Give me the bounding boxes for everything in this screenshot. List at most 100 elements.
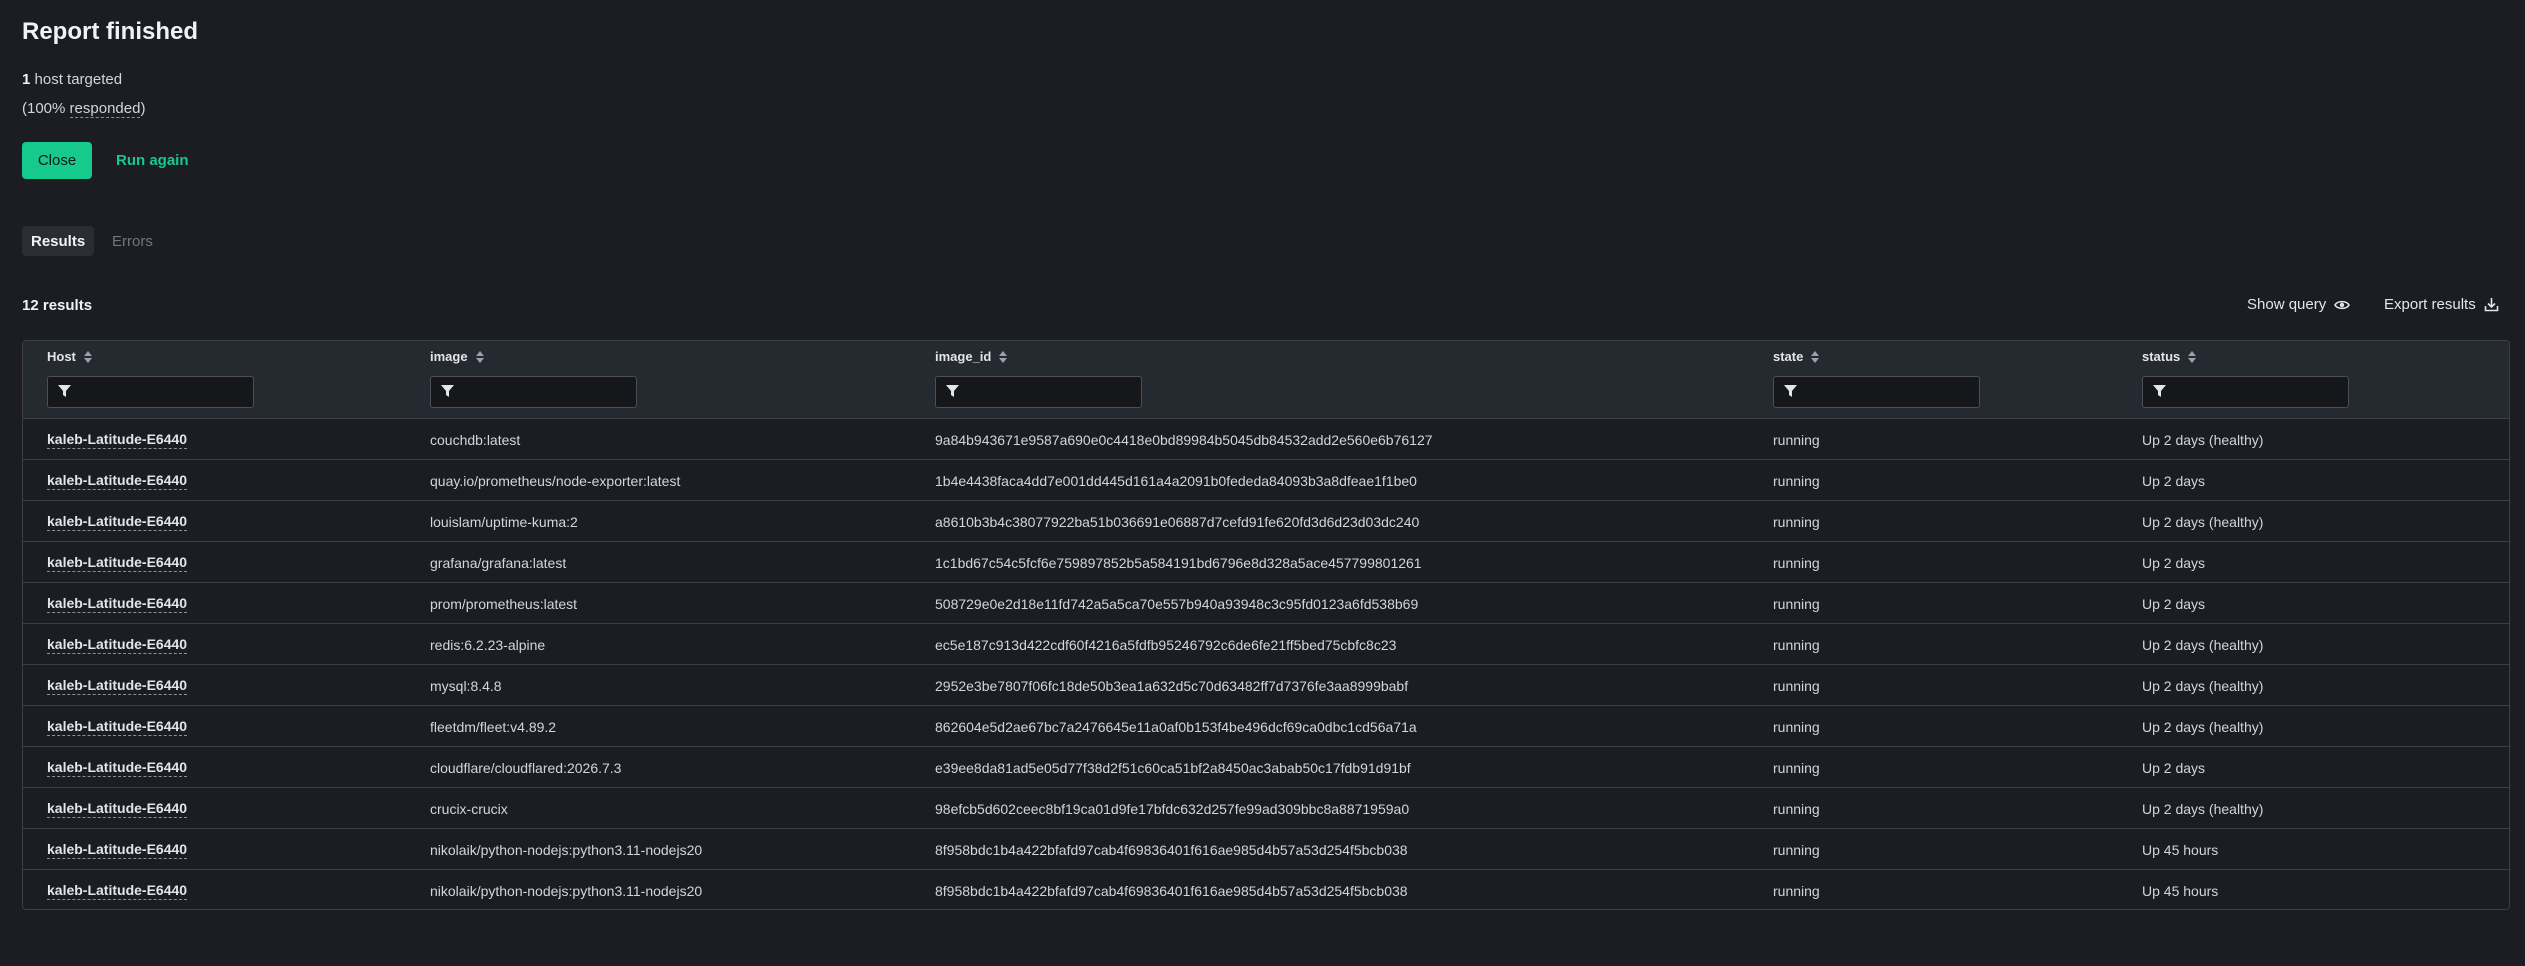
- status-cell: Up 2 days: [2142, 472, 2206, 489]
- state-cell: running: [1773, 513, 1820, 530]
- filter-icon: [58, 385, 71, 397]
- image-cell: nikolaik/python-nodejs:python3.11-nodejs…: [430, 841, 703, 858]
- show-query-label: Show query: [2247, 296, 2327, 313]
- image-cell: nikolaik/python-nodejs:python3.11-nodejs…: [430, 882, 703, 899]
- host-link[interactable]: kaleb-Latitude-E6440: [47, 472, 188, 490]
- host-link[interactable]: kaleb-Latitude-E6440: [47, 513, 188, 531]
- host-filter-input[interactable]: [78, 377, 248, 407]
- state-filter[interactable]: [1773, 376, 1980, 408]
- export-results-button[interactable]: Export results: [2384, 296, 2499, 313]
- image-cell: redis:6.2.23-alpine: [430, 636, 546, 653]
- status-cell: Up 2 days: [2142, 759, 2206, 776]
- state-cell: running: [1773, 595, 1820, 612]
- hosts-targeted: 1 host targeted: [22, 71, 122, 88]
- sort-icon: [475, 350, 484, 363]
- tab-results[interactable]: Results: [22, 226, 95, 256]
- filter-icon: [946, 385, 959, 397]
- state-cell: running: [1773, 841, 1820, 858]
- host-cell: kaleb-Latitude-E6440: [47, 542, 188, 583]
- host-cell: kaleb-Latitude-E6440: [47, 706, 188, 747]
- status-cell: Up 45 hours: [2142, 841, 2219, 858]
- image-id-cell: 862604e5d2ae67bc7a2476645e11a0af0b153f4b…: [935, 718, 1417, 735]
- column-header-state[interactable]: state: [1773, 349, 1820, 364]
- status-cell: Up 2 days (healthy): [2142, 677, 2264, 694]
- column-label-status: status: [2142, 349, 2181, 364]
- column-header-image-id[interactable]: image_id: [935, 349, 1008, 364]
- table-row: kaleb-Latitude-E6440 prom/prometheus:lat…: [23, 583, 2509, 624]
- host-link[interactable]: kaleb-Latitude-E6440: [47, 759, 188, 777]
- host-cell: kaleb-Latitude-E6440: [47, 583, 188, 624]
- image-filter-input[interactable]: [461, 377, 631, 407]
- host-cell: kaleb-Latitude-E6440: [47, 624, 188, 665]
- image-cell: mysql:8.4.8: [430, 677, 502, 694]
- image-id-cell: a8610b3b4c38077922ba51b036691e06887d7cef…: [935, 513, 1420, 530]
- run-again-button[interactable]: Run again: [116, 142, 189, 179]
- image-id-filter-input[interactable]: [966, 377, 1136, 407]
- host-link[interactable]: kaleb-Latitude-E6440: [47, 554, 188, 572]
- host-link[interactable]: kaleb-Latitude-E6440: [47, 882, 188, 900]
- status-cell: Up 2 days (healthy): [2142, 431, 2264, 448]
- image-id-cell: 9a84b943671e9587a690e0c4418e0bd89984b504…: [935, 431, 1433, 448]
- sort-icon: [83, 350, 92, 363]
- download-icon: [2484, 298, 2499, 312]
- responded-percent: 100%: [27, 100, 66, 117]
- sort-icon: [2188, 350, 2197, 363]
- image-filter[interactable]: [430, 376, 637, 408]
- host-filter[interactable]: [47, 376, 254, 408]
- status-cell: Up 2 days (healthy): [2142, 513, 2264, 530]
- status-filter-input[interactable]: [2173, 377, 2343, 407]
- status-cell: Up 2 days (healthy): [2142, 800, 2264, 817]
- table-row: kaleb-Latitude-E6440 cloudflare/cloudfla…: [23, 747, 2509, 788]
- sort-icon: [999, 350, 1008, 363]
- responded-suffix: ): [140, 100, 146, 117]
- results-count: 12 results: [22, 297, 93, 314]
- close-button[interactable]: Close: [22, 142, 92, 179]
- state-cell: running: [1773, 472, 1820, 489]
- host-link[interactable]: kaleb-Latitude-E6440: [47, 677, 188, 695]
- eye-icon: [2334, 300, 2351, 309]
- export-results-label: Export results: [2384, 296, 2476, 313]
- image-id-cell: 98efcb5d602ceec8bf19ca01d9fe17bfdc632d25…: [935, 800, 1410, 817]
- table-header: Host image image_id state status: [23, 341, 2509, 419]
- host-link[interactable]: kaleb-Latitude-E6440: [47, 718, 188, 736]
- host-cell: kaleb-Latitude-E6440: [47, 747, 188, 788]
- image-id-cell: 8f958bdc1b4a422bfafd97cab4f69836401f616a…: [935, 841, 1408, 858]
- report-page: Report finished 1 host targeted (100% re…: [0, 0, 2525, 966]
- host-link[interactable]: kaleb-Latitude-E6440: [47, 841, 188, 859]
- page-title: Report finished: [22, 18, 199, 45]
- column-header-image[interactable]: image: [430, 349, 484, 364]
- status-filter[interactable]: [2142, 376, 2349, 408]
- sort-icon: [1811, 350, 1820, 363]
- image-id-filter[interactable]: [935, 376, 1142, 408]
- host-link[interactable]: kaleb-Latitude-E6440: [47, 636, 188, 654]
- table-row: kaleb-Latitude-E6440 mysql:8.4.8 2952e3b…: [23, 665, 2509, 706]
- state-filter-input[interactable]: [1804, 377, 1974, 407]
- state-cell: running: [1773, 800, 1820, 817]
- column-header-status[interactable]: status: [2142, 349, 2197, 364]
- filter-icon: [2153, 385, 2166, 397]
- host-link[interactable]: kaleb-Latitude-E6440: [47, 595, 188, 613]
- column-header-host[interactable]: Host: [47, 349, 92, 364]
- image-cell: crucix-crucix: [430, 800, 508, 817]
- table-row: kaleb-Latitude-E6440 grafana/grafana:lat…: [23, 542, 2509, 583]
- table-body: kaleb-Latitude-E6440 couchdb:latest 9a84…: [23, 419, 2509, 909]
- results-table: Host image image_id state status kaleb-L…: [22, 340, 2510, 910]
- table-row: kaleb-Latitude-E6440 quay.io/prometheus/…: [23, 460, 2509, 501]
- tab-errors[interactable]: Errors: [103, 226, 162, 256]
- state-cell: running: [1773, 759, 1820, 776]
- host-link[interactable]: kaleb-Latitude-E6440: [47, 800, 188, 818]
- host-cell: kaleb-Latitude-E6440: [47, 460, 188, 501]
- table-row: kaleb-Latitude-E6440 couchdb:latest 9a84…: [23, 419, 2509, 460]
- image-id-cell: 2952e3be7807f06fc18de50b3ea1a632d5c70d63…: [935, 677, 1409, 694]
- image-cell: grafana/grafana:latest: [430, 554, 567, 571]
- responded-tooltip-trigger[interactable]: responded: [69, 100, 141, 118]
- host-cell: kaleb-Latitude-E6440: [47, 665, 188, 706]
- image-cell: prom/prometheus:latest: [430, 595, 578, 612]
- table-row: kaleb-Latitude-E6440 crucix-crucix 98efc…: [23, 788, 2509, 829]
- table-row: kaleb-Latitude-E6440 redis:6.2.23-alpine…: [23, 624, 2509, 665]
- host-link[interactable]: kaleb-Latitude-E6440: [47, 431, 188, 449]
- table-row: kaleb-Latitude-E6440 louislam/uptime-kum…: [23, 501, 2509, 542]
- image-id-cell: 1b4e4438faca4dd7e001dd445d161a4a2091b0fe…: [935, 472, 1417, 489]
- status-cell: Up 2 days: [2142, 554, 2206, 571]
- show-query-button[interactable]: Show query: [2247, 296, 2351, 313]
